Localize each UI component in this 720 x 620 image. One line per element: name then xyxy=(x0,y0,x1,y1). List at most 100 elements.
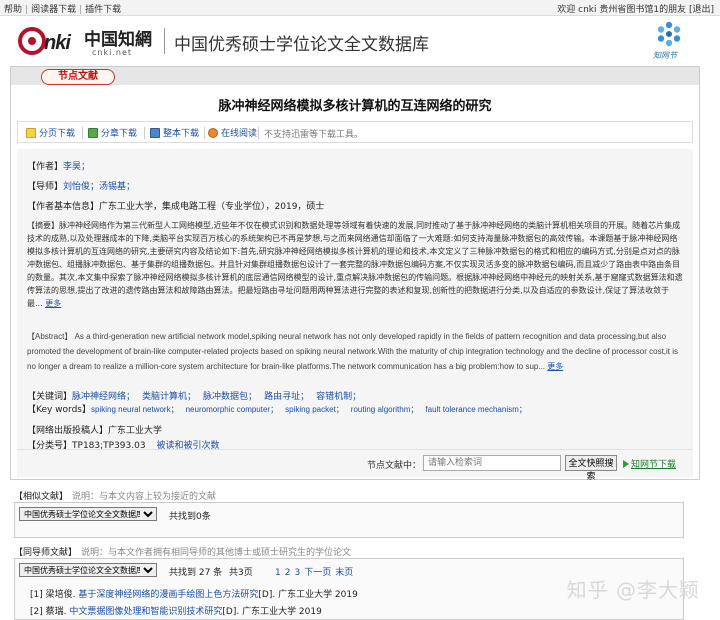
reader-download-link[interactable]: 阅读器下载 xyxy=(31,5,76,15)
database-title: 中国优秀硕士学位论文全文数据库 xyxy=(174,35,429,55)
site-header: nki 中国知網 cnki.net 中国优秀硕士学位论文全文数据库 知网节 xyxy=(0,16,720,66)
abstract-label: 【摘要】 xyxy=(27,221,59,230)
zhiwang-label: 知网节 xyxy=(653,51,677,60)
similar-docs-box: 中国优秀硕士学位论文全文数据库 共找到0条 xyxy=(14,502,684,538)
abstract-en-text: As a third-generation new artificial net… xyxy=(27,332,679,371)
welcome-area: 欢迎 cnki 贵州省图书馆1的朋友 [退出] xyxy=(557,2,714,15)
svg-text:nki: nki xyxy=(44,32,71,54)
page-link[interactable]: 2 xyxy=(285,568,291,578)
article-panel: 节点文献 脉冲神经网络模拟多核计算机的互连网络的研究 分页下载 分章下载 整本下… xyxy=(10,66,700,482)
help-link[interactable]: 帮助 xyxy=(4,5,22,15)
knode-download-link[interactable]: 知网节下载 xyxy=(623,457,676,470)
reference-source: [D]. 广东工业大学 2019 xyxy=(258,590,358,600)
keyword-en-link[interactable]: spiking packet； xyxy=(285,405,344,414)
inner-search-input[interactable] xyxy=(423,455,561,471)
page-download-label: 分页下载 xyxy=(39,129,76,139)
advisor-label: 【导师】 xyxy=(27,182,64,192)
keyword-link[interactable]: 脉冲数据包； xyxy=(203,392,257,402)
reference-item: [2] 蔡瑞. 中文票据图像处理和智能识别技术研究[D]. 广东工业大学 201… xyxy=(30,604,322,617)
page-link[interactable]: 3 xyxy=(294,568,300,578)
online-read-icon xyxy=(208,128,218,138)
same-advisor-heading: 【同导师文献】 说明：与本文作者拥有相同导师的其他博士或硕士研究生的学位论文 xyxy=(14,545,351,558)
metadata-block: 【作者】李昊； 【导师】刘怡俊；汤锡基； 【作者基本信息】广东工业大学，集成电路… xyxy=(17,149,693,482)
zhiwang-node-logo: 知网节 xyxy=(649,19,689,61)
same-advisor-count: 共找到 27 条 xyxy=(169,568,223,578)
cnki-logo[interactable]: nki 中国知網 cnki.net xyxy=(18,24,156,60)
author-info-row: 【作者基本信息】广东工业大学，集成电路工程（专业学位），2019，硕士 xyxy=(27,199,324,212)
next-page-link[interactable]: 下一页 xyxy=(304,568,331,578)
publisher-row: 【网络出版投稿人】广东工业大学 xyxy=(27,423,162,436)
page-download-button[interactable]: 分页下载 xyxy=(26,126,75,139)
author-link[interactable]: 李昊； xyxy=(63,162,90,172)
similar-docs-heading: 【相似文献】 说明：与本文内容上较为接近的文献 xyxy=(14,489,216,502)
abstract-text: 脉冲神经网络作为第三代新型人工网络模型,近些年不仅在模式识别和数据处理等领域有着… xyxy=(27,221,683,308)
keyword-link[interactable]: 容错机制； xyxy=(316,392,361,402)
keywords-label: 【关键词】 xyxy=(27,392,73,402)
abstract-more-link[interactable]: 更多 xyxy=(45,299,61,308)
keyword-link[interactable]: 脉冲神经网络； xyxy=(72,392,135,402)
advisor-link[interactable]: 汤锡基； xyxy=(99,182,135,192)
toolbar-divider xyxy=(144,127,145,139)
arrow-right-icon xyxy=(623,460,629,468)
tab-node-document[interactable]: 节点文献 xyxy=(41,69,115,85)
same-advisor-db-select[interactable]: 中国优秀硕士学位论文全文数据库 xyxy=(19,563,157,577)
paper-title: 脉冲神经网络模拟多核计算机的互连网络的研究 xyxy=(218,99,492,114)
online-read-label: 在线阅读 xyxy=(221,129,258,139)
abstract-en-label: 【Abstract】 xyxy=(27,332,73,341)
reference-number: [2] xyxy=(30,607,43,617)
publisher-value: 广东工业大学 xyxy=(108,426,163,436)
abstract-chinese: 【摘要】脉冲神经网络作为第三代新型人工网络模型,近些年不仅在模式识别和数据处理等… xyxy=(27,219,683,310)
pinwheel-icon xyxy=(657,21,681,47)
last-page-link[interactable]: 末页 xyxy=(335,568,353,578)
download-toolbar: 分页下载 分章下载 整本下载 在线阅读 不支持迅雷等下载工具。 xyxy=(17,121,693,143)
full-download-button[interactable]: 整本下载 xyxy=(150,126,199,139)
page-link[interactable]: 1 xyxy=(275,568,281,578)
keywords-row: 【关键词】脉冲神经网络； 类脑计算机； 脉冲数据包； 路由寻址； 容错机制； xyxy=(27,389,368,402)
inner-search-label: 节点文献中： xyxy=(367,461,422,471)
keyword-link[interactable]: 类脑计算机； xyxy=(142,392,196,402)
author-row: 【作者】李昊； xyxy=(27,159,90,172)
chapter-download-button[interactable]: 分章下载 xyxy=(88,126,137,139)
snapshot-search-button[interactable]: 全文快照搜索 xyxy=(565,455,617,482)
reference-number: [1] xyxy=(30,590,43,600)
cnki-site-text: cnki.net xyxy=(92,48,132,57)
full-download-icon xyxy=(150,128,160,138)
download-note: 不支持迅雷等下载工具。 xyxy=(264,130,364,140)
keyword-link[interactable]: 路由寻址； xyxy=(264,392,309,402)
similar-db-select[interactable]: 中国优秀硕士学位论文全文数据库 xyxy=(19,507,157,521)
toolbar-divider xyxy=(82,127,83,139)
cnki-chinese-name: 中国知網 xyxy=(84,30,152,50)
same-advisor-note: 说明：与本文作者拥有相同导师的其他博士或硕士研究生的学位论文 xyxy=(81,548,352,558)
keyword-en-link[interactable]: routing algorithm； xyxy=(351,405,419,414)
cnki-wordmark: nki xyxy=(18,26,82,63)
similar-docs-title: 【相似文献】 xyxy=(14,492,69,502)
plugin-download-link[interactable]: 插件下载 xyxy=(85,5,121,15)
toolbar-divider xyxy=(258,127,259,139)
page-download-icon xyxy=(26,128,36,138)
abstract-english: 【Abstract】 As a third-generation new art… xyxy=(27,329,683,374)
keywords-en-row: 【Key words】spiking neural network； neurom… xyxy=(27,402,534,415)
keyword-en-link[interactable]: neuromorphic computer； xyxy=(186,405,278,414)
online-read-button[interactable]: 在线阅读 xyxy=(208,126,257,139)
author-info-value: 广东工业大学，集成电路工程（专业学位），2019，硕士 xyxy=(99,202,325,212)
logout-link[interactable]: [退出] xyxy=(689,5,714,15)
publisher-label: 【网络出版投稿人】 xyxy=(27,426,109,436)
reference-title-link[interactable]: 中文票据图像处理和智能识别技术研究 xyxy=(69,607,222,617)
advisor-link[interactable]: 刘怡俊； xyxy=(63,182,99,192)
same-advisor-pages: 共3页 xyxy=(229,568,253,578)
similar-docs-note: 说明：与本文内容上较为接近的文献 xyxy=(72,492,217,502)
keyword-en-link[interactable]: spiking neural network； xyxy=(91,405,179,414)
reference-title-link[interactable]: 基于深度神经网络的漫画手绘图上色方法研究 xyxy=(78,590,258,600)
top-bar: 帮助 | 阅读器下载 | 插件下载 欢迎 cnki 贵州省图书馆1的朋友 [退出] xyxy=(0,0,720,16)
header-divider xyxy=(164,28,165,54)
knode-download-label: 知网节下载 xyxy=(631,460,677,470)
author-info-label: 【作者基本信息】 xyxy=(27,202,100,212)
same-advisor-title: 【同导师文献】 xyxy=(14,548,78,558)
pager: 1 2 3 下一页 末页 xyxy=(275,565,357,578)
chapter-download-label: 分章下载 xyxy=(101,129,138,139)
cnki-logo-icon: nki xyxy=(18,27,72,55)
inner-search-bar: 节点文献中： 全文快照搜索 知网节下载 xyxy=(17,449,693,482)
keyword-en-link[interactable]: fault tolerance mechanism； xyxy=(425,405,526,414)
similar-count: 共找到0条 xyxy=(169,512,211,522)
abstract-en-more-link[interactable]: 更多 xyxy=(547,362,563,371)
